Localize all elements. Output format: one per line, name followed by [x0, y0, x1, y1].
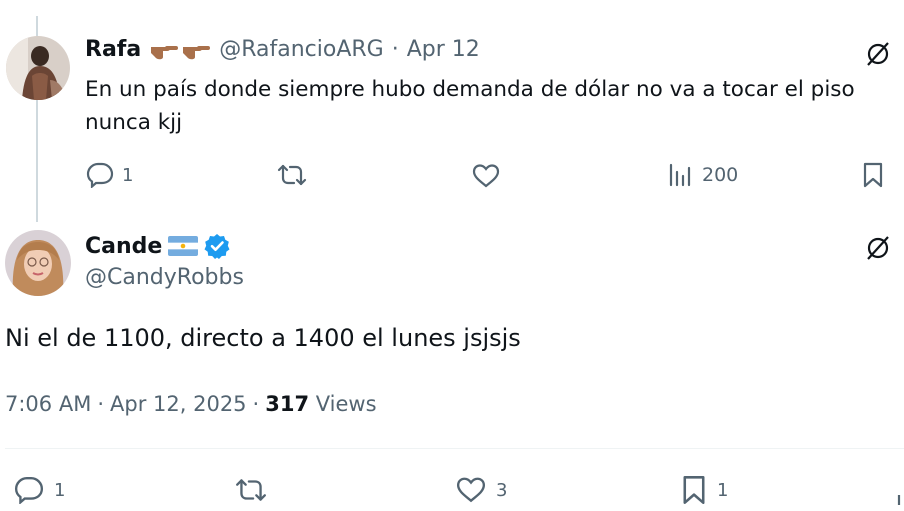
main-time[interactable]: 7:06 AM — [5, 392, 91, 416]
main-tweet-text: Ni el de 1100, directo a 1400 el lunes j… — [5, 324, 521, 352]
repost-icon — [277, 164, 307, 186]
like-icon — [456, 477, 486, 503]
pointing-hand-icon — [151, 45, 179, 59]
reply-date[interactable]: Apr 12 — [407, 37, 480, 62]
reply-header: Rafa @RafancioARG · Apr 12 — [85, 37, 480, 62]
repost-icon — [236, 479, 266, 501]
meta-separator: · — [252, 392, 260, 416]
like-icon — [472, 164, 500, 188]
pointing-hand-icon — [183, 45, 211, 59]
main-like-count: 3 — [496, 479, 508, 501]
grok-icon[interactable] — [864, 40, 892, 72]
main-reply-button[interactable]: 1 — [14, 476, 65, 504]
reply-like-button[interactable] — [472, 163, 500, 189]
views-icon — [669, 163, 691, 187]
bookmark-icon — [683, 476, 705, 504]
main-repost-button[interactable] — [234, 477, 268, 503]
main-reply-count: 1 — [54, 479, 66, 501]
main-author-name[interactable]: Cande — [85, 234, 162, 259]
reply-author-handle[interactable]: @RafancioARG — [219, 37, 384, 62]
meta-separator: · — [97, 392, 105, 416]
divider — [5, 448, 904, 449]
views-count: 317 — [265, 392, 310, 416]
reply-repost-button[interactable] — [276, 163, 308, 187]
main-date[interactable]: Apr 12, 2025 — [110, 392, 247, 416]
bookmark-icon — [863, 162, 883, 188]
share-icon[interactable] — [894, 492, 904, 511]
argentina-flag-icon — [168, 236, 199, 256]
reply-views-button[interactable]: 200 — [668, 163, 738, 187]
main-bookmark-button[interactable]: 1 — [681, 475, 728, 505]
reply-icon — [86, 162, 114, 188]
grok-icon[interactable] — [864, 234, 892, 266]
main-bookmark-count: 1 — [717, 479, 729, 501]
main-author-handle[interactable]: @CandyRobbs — [85, 265, 244, 290]
main-header: Cande — [85, 233, 230, 259]
rafa-avatar[interactable] — [6, 36, 70, 100]
reply-views-count: 200 — [702, 164, 739, 186]
verified-badge-icon[interactable] — [204, 233, 230, 259]
cande-avatar[interactable] — [5, 230, 71, 296]
pointing-hands-emoji — [149, 39, 211, 61]
reply-separator: · — [391, 37, 399, 62]
reply-bookmark-button[interactable] — [862, 162, 884, 188]
main-tweet-meta: 7:06 AM · Apr 12, 2025 · 317 Views — [5, 392, 377, 416]
reply-icon — [14, 477, 44, 504]
reply-text: En un país donde siempre hubo demanda de… — [85, 77, 855, 135]
reply-reply-button[interactable]: 1 — [86, 162, 133, 188]
main-like-button[interactable]: 3 — [456, 476, 507, 504]
views-label: Views — [315, 392, 377, 416]
reply-reply-count: 1 — [122, 164, 134, 186]
reply-author-name[interactable]: Rafa — [85, 37, 141, 62]
